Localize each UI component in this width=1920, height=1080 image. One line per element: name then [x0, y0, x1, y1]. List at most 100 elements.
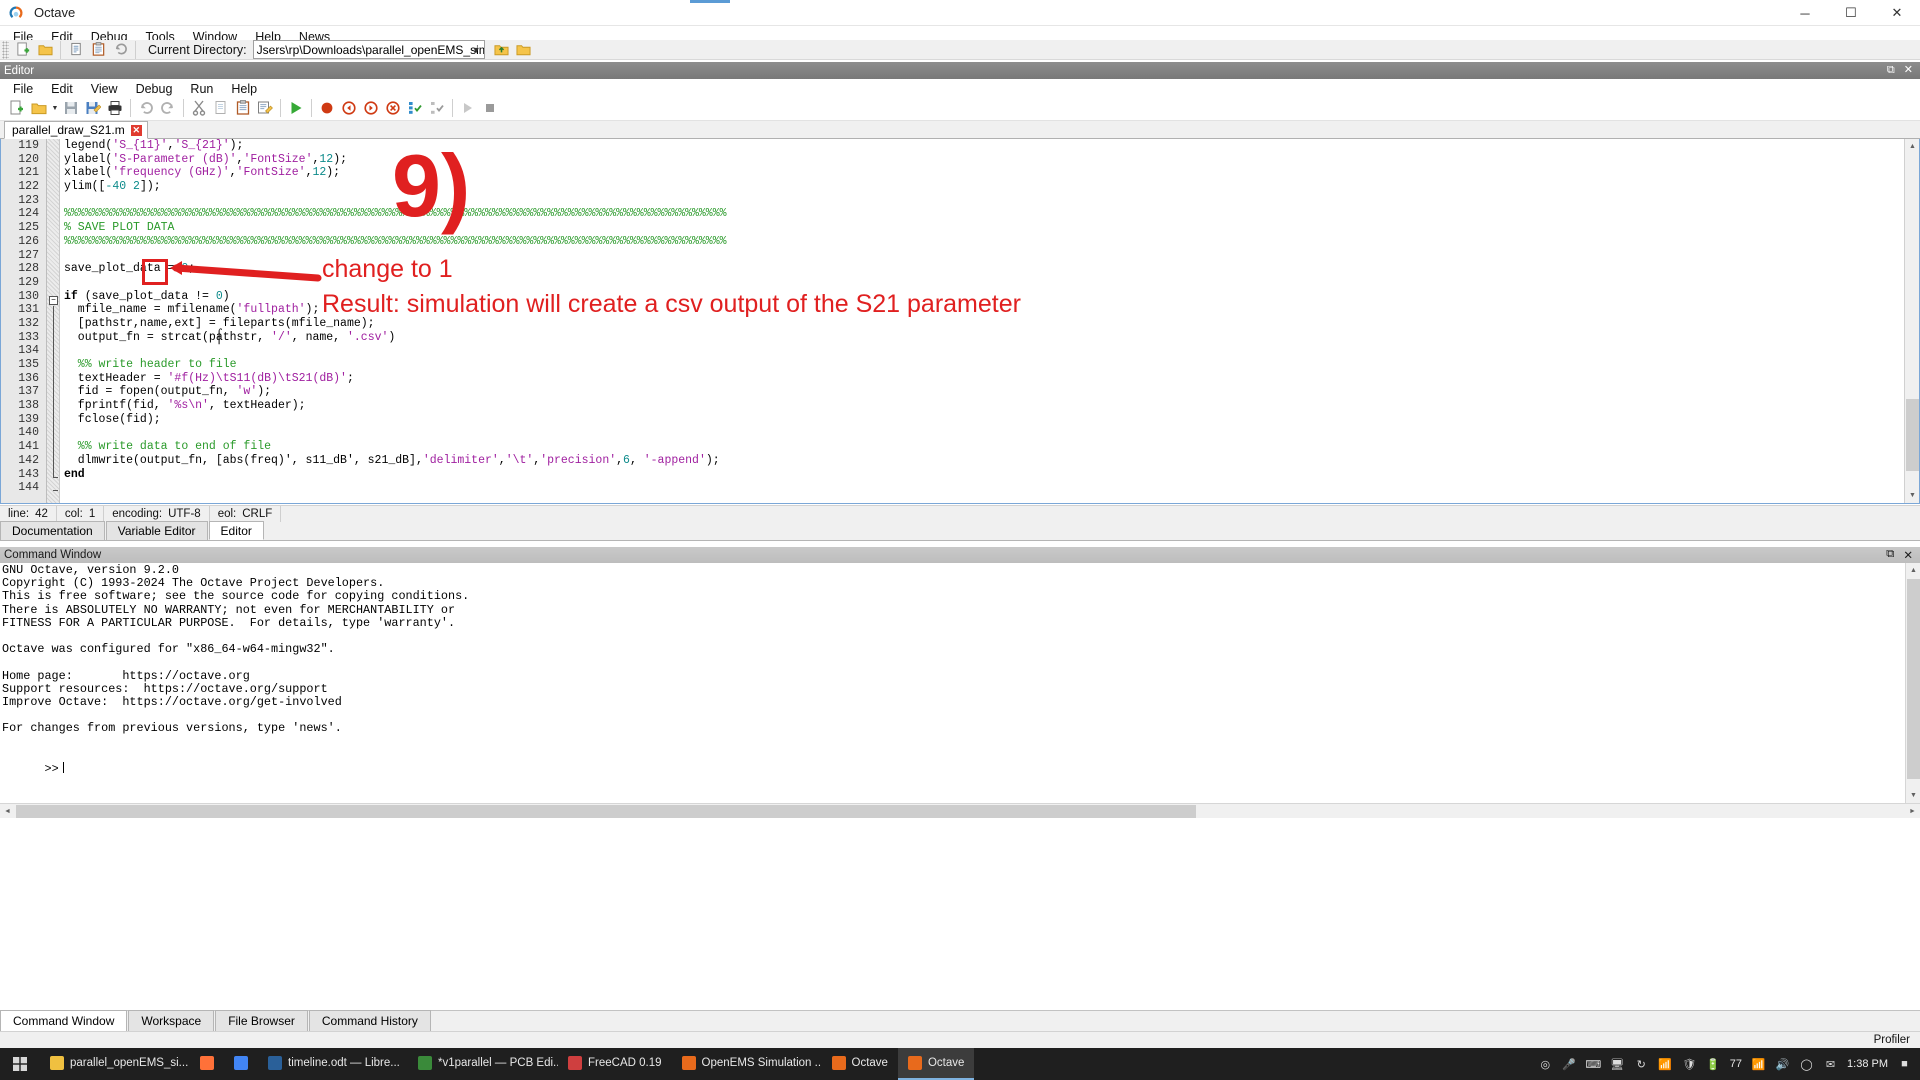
minimize-button[interactable]: ─ [1782, 0, 1828, 26]
editor-file-tab-close-icon[interactable]: ✕ [130, 124, 142, 136]
editor-stop-icon[interactable] [479, 98, 501, 118]
keyboard-icon[interactable]: ⌨ [1585, 1057, 1601, 1072]
speaker-icon[interactable]: 🔊 [1775, 1057, 1790, 1072]
code-line[interactable]: 125 % SAVE PLOT DATA [1, 221, 1919, 235]
browse-directories-button[interactable] [513, 40, 535, 60]
command-window-horizontal-scrollbar[interactable]: ◄ ► [0, 803, 1920, 818]
code-line[interactable]: 119 legend('S_{11}','S_{21}'); [1, 139, 1919, 153]
editor-redo-icon[interactable] [157, 98, 179, 118]
editor-remove-all-breakpoints-icon[interactable] [382, 98, 404, 118]
bottom-tab-file-browser[interactable]: File Browser [215, 1010, 308, 1031]
taskbar-clock[interactable]: 1:38 PM [1847, 1058, 1888, 1070]
command-window-output[interactable]: GNU Octave, version 9.2.0 Copyright (C) 1… [0, 563, 1920, 803]
taskbar-item-4[interactable]: *v1parallel — PCB Edi... [408, 1048, 558, 1080]
editor-undock-icon[interactable]: ⧉ [1887, 65, 1895, 76]
taskbar-item-6[interactable]: OpenEMS Simulation ... [672, 1048, 822, 1080]
battery-icon[interactable]: 🔋 [1706, 1057, 1721, 1072]
code-line[interactable]: 139 fclose(fid); [1, 413, 1919, 427]
code-line[interactable]: 121 xlabel('frequency (GHz)','FontSize',1… [1, 166, 1919, 180]
code-line[interactable]: 143 end [1, 468, 1919, 482]
code-line[interactable]: 136 textHeader = '#f(Hz)\tS11(dB)\tS21(d… [1, 372, 1919, 386]
code-line[interactable]: 134 [1, 344, 1919, 358]
one-directory-up-button[interactable] [491, 40, 513, 60]
command-window-close-icon[interactable]: ✕ [1903, 548, 1913, 562]
code-line[interactable]: 133 output_fn = strcat(pathstr, '/', nam… [1, 331, 1919, 345]
tray-count-badge[interactable]: 77 [1730, 1058, 1742, 1070]
code-line[interactable]: 140 [1, 426, 1919, 440]
editor-save-file-as-icon[interactable] [82, 98, 104, 118]
open-file-button[interactable] [34, 40, 56, 60]
bottom-tab-command-history[interactable]: Command History [308, 1010, 431, 1031]
monitor-icon[interactable]: 🖥 [1610, 1057, 1625, 1072]
cw-scroll-down-arrow-icon[interactable]: ▼ [1906, 788, 1920, 803]
code-scroll-thumb[interactable] [1906, 399, 1919, 471]
code-line[interactable]: 122 ylim([-40 2]); [1, 180, 1919, 194]
code-line[interactable]: 124%%%%%%%%%%%%%%%%%%%%%%%%%%%%%%%%%%%%%… [1, 207, 1919, 221]
code-fold-toggle[interactable]: − [49, 296, 58, 305]
editor-cut-icon[interactable] [188, 98, 210, 118]
maximize-button[interactable]: ☐ [1828, 0, 1874, 26]
editor-copy-icon[interactable] [210, 98, 232, 118]
editor-new-script-icon[interactable] [6, 98, 28, 118]
editor-paste-icon[interactable] [232, 98, 254, 118]
taskbar-item-8[interactable]: Octave [897, 1048, 975, 1080]
scroll-down-arrow-icon[interactable]: ▼ [1905, 488, 1919, 503]
code-line[interactable]: 142 dlmwrite(output_fn, [abs(freq)', s11… [1, 454, 1919, 468]
taskbar-item-3[interactable]: timeline.odt — Libre... [258, 1048, 408, 1080]
wifi-icon[interactable]: 📶 [1751, 1057, 1766, 1072]
windows-start-icon[interactable] [0, 1048, 40, 1080]
editor-step-in-icon[interactable] [404, 98, 426, 118]
taskbar-item-0[interactable]: parallel_openEMS_si... [40, 1048, 190, 1080]
code-line[interactable]: 123 [1, 194, 1919, 208]
undo-button[interactable] [109, 40, 131, 60]
code-line[interactable]: 126%%%%%%%%%%%%%%%%%%%%%%%%%%%%%%%%%%%%%… [1, 235, 1919, 249]
cw-scroll-right-arrow-icon[interactable]: ► [1905, 804, 1920, 819]
command-window-prompt-line[interactable]: >> [0, 748, 1920, 776]
teamviewer-icon[interactable]: ◎ [1538, 1057, 1553, 1072]
toolbar-grip[interactable] [2, 40, 9, 59]
dock-tab-variable-editor[interactable]: Variable Editor [105, 521, 208, 540]
editor-next-breakpoint-icon[interactable] [360, 98, 382, 118]
cw-hscroll-thumb[interactable] [16, 805, 1196, 818]
shield-icon[interactable]: 🛡 [1682, 1057, 1697, 1072]
editor-continue-icon[interactable] [457, 98, 479, 118]
language-icon[interactable]: ◯ [1799, 1057, 1814, 1072]
editor-previous-breakpoint-icon[interactable] [338, 98, 360, 118]
notification-icon[interactable]: ✉ [1823, 1057, 1838, 1072]
dock-tab-documentation[interactable]: Documentation [0, 521, 105, 540]
code-line[interactable]: 141 %% write data to end of file [1, 440, 1919, 454]
copy-button[interactable] [65, 40, 87, 60]
command-window-undock-icon[interactable]: ⧉ [1886, 548, 1894, 562]
bluetooth-icon[interactable]: 📶 [1658, 1057, 1673, 1072]
code-line[interactable]: 144 [1, 481, 1919, 495]
show-desktop-icon[interactable]: ■ [1897, 1057, 1912, 1072]
bottom-tab-workspace[interactable]: Workspace [128, 1010, 215, 1031]
command-window-vertical-scrollbar[interactable]: ▲ ▼ [1905, 563, 1920, 803]
editor-find-replace-icon[interactable] [254, 98, 276, 118]
taskbar-item-5[interactable]: FreeCAD 0.19 [558, 1048, 672, 1080]
code-line[interactable]: 137 fid = fopen(output_fn, 'w'); [1, 385, 1919, 399]
editor-dropdown-arrow-icon[interactable]: ▼ [50, 98, 60, 118]
editor-print-icon[interactable] [104, 98, 126, 118]
editor-dock-close-icon[interactable]: ✕ [1904, 65, 1913, 76]
editor-run-script-icon[interactable] [285, 98, 307, 118]
code-line[interactable]: 135 %% write header to file [1, 358, 1919, 372]
cw-scroll-left-arrow-icon[interactable]: ◄ [0, 804, 15, 819]
taskbar-item-1[interactable] [190, 1048, 224, 1080]
editor-file-tab[interactable]: parallel_draw_S21.m ✕ [4, 121, 148, 139]
editor-open-file-icon[interactable] [28, 98, 50, 118]
dock-tab-editor[interactable]: Editor [208, 521, 264, 540]
editor-save-file-icon[interactable] [60, 98, 82, 118]
editor-toggle-breakpoint-icon[interactable] [316, 98, 338, 118]
editor-undo-icon[interactable] [135, 98, 157, 118]
taskbar-item-7[interactable]: Octave [822, 1048, 898, 1080]
code-line[interactable]: 138 fprintf(fid, '%s\n', textHeader); [1, 399, 1919, 413]
editor-step-out-icon[interactable] [426, 98, 448, 118]
current-directory-combobox[interactable]: Jsers\rp\Downloads\parallel_openEMS_simu… [252, 40, 485, 59]
taskbar-item-2[interactable] [224, 1048, 258, 1080]
new-script-button[interactable] [12, 40, 34, 60]
close-button[interactable]: ✕ [1874, 0, 1920, 26]
code-editor-area[interactable]: 119 legend('S_{11}','S_{21}'); 120 ylabel('… [0, 139, 1920, 504]
code-line[interactable]: 120 ylabel('S-Parameter (dB)','FontSize',… [1, 153, 1919, 167]
bottom-tab-command-window[interactable]: Command Window [0, 1010, 128, 1031]
